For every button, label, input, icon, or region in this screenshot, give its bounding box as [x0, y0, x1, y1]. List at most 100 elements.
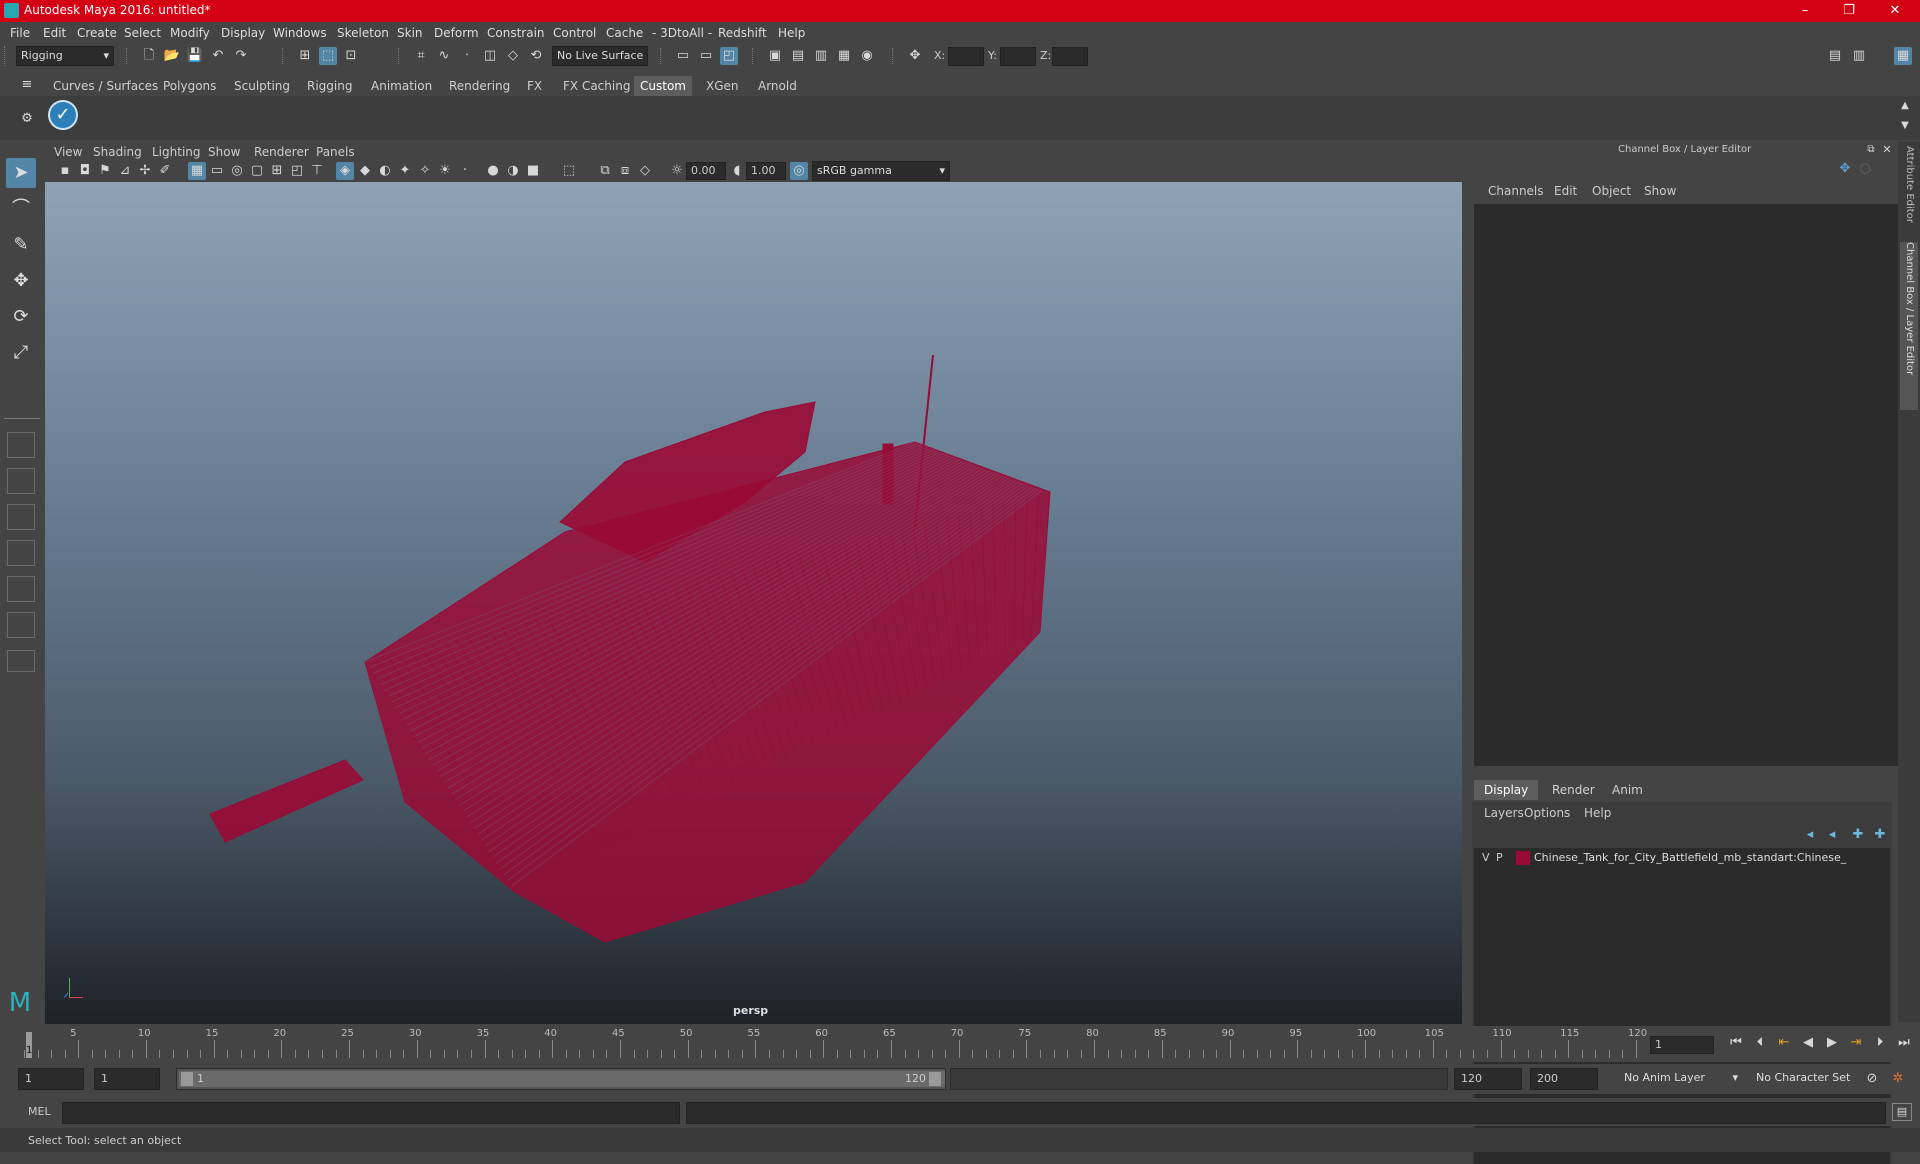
menu-display[interactable]: Display	[221, 26, 265, 40]
xray-icon[interactable]: ⧉	[596, 162, 614, 180]
snap-point-icon[interactable]: ⋅	[458, 47, 476, 65]
panel-menu-renderer[interactable]: Renderer	[254, 145, 309, 159]
wireframe-on-shaded-icon[interactable]: ◐	[376, 162, 394, 180]
range-slider[interactable]: 1 120	[176, 1068, 946, 1090]
maximize-button[interactable]: ❐	[1826, 0, 1872, 22]
channel-box-axis-icon[interactable]: ✥	[1836, 160, 1854, 178]
color-management-icon[interactable]: ◎	[790, 162, 808, 180]
float-panel-icon[interactable]: ⧉	[1864, 142, 1878, 158]
menu-deform[interactable]: Deform	[434, 26, 479, 40]
menu-windows[interactable]: Windows	[273, 26, 327, 40]
shelf-tab-fx-caching[interactable]: FX Caching	[557, 76, 636, 96]
current-frame-field[interactable]: 1	[1650, 1036, 1714, 1054]
motion-blur-icon[interactable]: ●	[484, 162, 502, 180]
snap-together-icon[interactable]: ⟲	[527, 47, 545, 65]
gate-mask-icon[interactable]: ▢	[248, 162, 266, 180]
menu-select[interactable]: Select	[124, 26, 161, 40]
auto-key-icon[interactable]: ⊘	[1862, 1070, 1882, 1088]
z-field[interactable]	[1052, 47, 1088, 66]
select-tool-icon[interactable]: ➤	[6, 158, 36, 188]
shelf-tab-fx[interactable]: FX	[521, 76, 548, 96]
shelf-tab-curves-surfaces[interactable]: Curves / Surfaces	[47, 76, 164, 96]
layer-menu-layers[interactable]: Layers	[1484, 806, 1524, 820]
menu-help[interactable]: Help	[778, 26, 805, 40]
close-panel-icon[interactable]: ✕	[1880, 142, 1894, 158]
character-set-dropdown[interactable]: No Character Set	[1752, 1068, 1858, 1090]
layer-tab-display[interactable]: Display	[1474, 780, 1539, 800]
smooth-shade-icon[interactable]: ◆	[356, 162, 374, 180]
graph-layout-icon[interactable]	[7, 612, 35, 638]
gamma-icon[interactable]: ◖	[728, 162, 746, 180]
layer-row[interactable]: V P Chinese_Tank_for_City_Battlefield_mb…	[1474, 848, 1890, 868]
layer-playback-toggle[interactable]: P	[1496, 851, 1503, 864]
status-line-handle[interactable]	[4, 46, 13, 66]
menu-3dtoall[interactable]: - 3DtoAll -	[652, 26, 712, 40]
open-scene-icon[interactable]: 📂	[163, 47, 181, 65]
shelf-tab-custom[interactable]: Custom	[634, 76, 692, 96]
playback-end-field[interactable]: 120	[1454, 1068, 1522, 1090]
shelf-tab-rigging[interactable]: Rigging	[301, 76, 358, 96]
four-pane-layout-icon[interactable]	[7, 468, 35, 494]
render-settings-icon[interactable]: ▦	[835, 47, 853, 65]
menu-constrain[interactable]: Constrain	[487, 26, 545, 40]
go-to-end-icon[interactable]: ⏭	[1894, 1034, 1914, 1052]
shelf-settings-icon[interactable]: ⚙	[18, 110, 36, 128]
xray-components-icon[interactable]: ◇	[636, 162, 654, 180]
shelf-menu-icon[interactable]: ≡	[18, 76, 36, 94]
shelf-tab-xgen[interactable]: XGen	[700, 76, 745, 96]
time-slider[interactable]: 5 10 15 20 25 30 35 40 45 50 55 60 65 70 75 80 85 90 95 100…	[0, 1026, 1920, 1062]
go-to-start-icon[interactable]: ⏮	[1726, 1034, 1746, 1052]
panel-menu-view[interactable]: View	[54, 145, 82, 159]
toggle-channel-box-icon[interactable]: ▦	[1894, 47, 1912, 65]
anim-layer-dropdown[interactable]: No Anim Layer ▾	[1620, 1068, 1740, 1090]
live-surface-field[interactable]: No Live Surface	[552, 46, 648, 66]
step-back-key-icon[interactable]: ⇤	[1774, 1034, 1794, 1052]
menu-skeleton[interactable]: Skeleton	[337, 26, 389, 40]
playback-start-field[interactable]: 1	[94, 1068, 160, 1090]
shelf-scroll-down-icon[interactable]: ▼	[1898, 120, 1912, 132]
exposure-icon[interactable]: ☼	[668, 162, 686, 180]
panel-menu-lighting[interactable]: Lighting	[152, 145, 201, 159]
perspective-viewport[interactable]: persp	[45, 182, 1462, 1024]
channel-menu-channels[interactable]: Channels	[1488, 184, 1544, 198]
channel-box-toggle-icon[interactable]: ○	[1856, 160, 1874, 178]
animation-preferences-icon[interactable]: ✲	[1888, 1070, 1908, 1088]
channel-menu-edit[interactable]: Edit	[1554, 184, 1577, 198]
panel-menu-panels[interactable]: Panels	[316, 145, 355, 159]
layer-tab-render[interactable]: Render	[1542, 780, 1605, 800]
ipr-render-icon[interactable]: ▥	[812, 47, 830, 65]
two-d-pan-icon[interactable]: ✢	[136, 162, 154, 180]
snap-view-icon[interactable]: ◫	[481, 47, 499, 65]
menu-modify[interactable]: Modify	[170, 26, 210, 40]
close-button[interactable]: ✕	[1872, 0, 1918, 22]
animation-end-field[interactable]: 200	[1530, 1068, 1598, 1090]
channel-list[interactable]	[1474, 204, 1898, 766]
render-view-icon[interactable]: ▣	[766, 47, 784, 65]
outliner-layout-icon[interactable]	[7, 540, 35, 566]
layer-menu-help[interactable]: Help	[1584, 806, 1611, 820]
redo-icon[interactable]: ↷	[232, 47, 250, 65]
checkmark-tool-icon[interactable]: ✓	[48, 100, 78, 130]
safe-title-icon[interactable]: ⊤	[308, 162, 326, 180]
layer-color-swatch[interactable]	[1516, 851, 1530, 865]
side-tab-channel-box[interactable]: Channel Box / Layer Editor	[1900, 242, 1918, 410]
image-plane-icon[interactable]: ⊿	[116, 162, 134, 180]
step-forward-key-icon[interactable]: ⇥	[1846, 1034, 1866, 1052]
three-pane-layout-icon[interactable]	[7, 576, 35, 602]
menu-file[interactable]: File	[10, 26, 30, 40]
layer-menu-options[interactable]: Options	[1524, 806, 1570, 820]
layer-tab-anim[interactable]: Anim	[1602, 780, 1653, 800]
side-tab-attribute-editor[interactable]: Attribute Editor	[1900, 146, 1918, 236]
output-ops-icon[interactable]: ▭	[697, 47, 715, 65]
menu-skin[interactable]: Skin	[397, 26, 423, 40]
textured-icon[interactable]: ✦	[396, 162, 414, 180]
animation-start-field[interactable]: 1	[18, 1068, 84, 1090]
snap-surface-icon[interactable]: ◇	[504, 47, 522, 65]
screen-space-ao-icon[interactable]: ·	[456, 162, 474, 180]
scale-tool-icon[interactable]: ⤢	[6, 338, 36, 368]
rotate-tool-icon[interactable]: ⟳	[6, 302, 36, 332]
select-hierarchy-icon[interactable]: ⊞	[296, 47, 314, 65]
safe-action-icon[interactable]: ◰	[288, 162, 306, 180]
minimize-button[interactable]: –	[1782, 0, 1828, 22]
play-backwards-icon[interactable]: ◀	[1798, 1034, 1818, 1052]
